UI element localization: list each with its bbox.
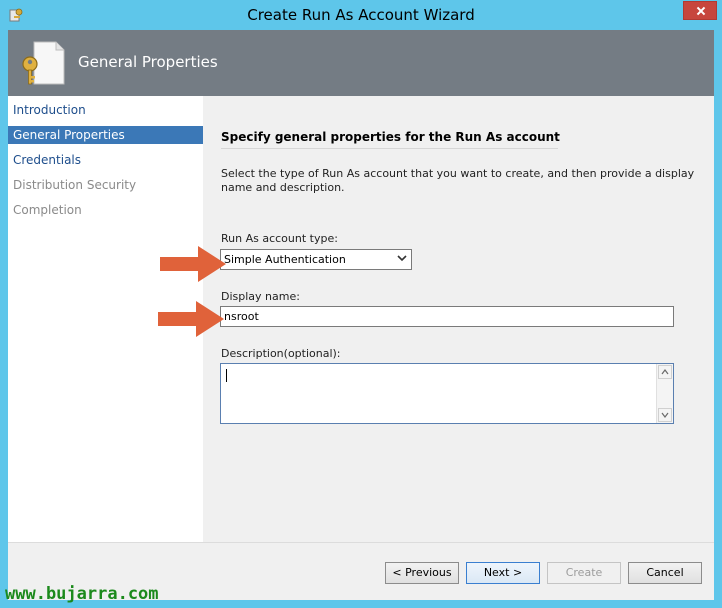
scroll-down-button[interactable]	[658, 408, 672, 422]
window-title: Create Run As Account Wizard	[247, 6, 475, 24]
watermark-text: www.bujarra.com	[5, 584, 159, 604]
wizard-header: General Properties	[8, 30, 714, 96]
nav-item-completion: Completion	[13, 203, 82, 217]
close-button[interactable]	[683, 1, 717, 20]
nav-item-credentials[interactable]: Credentials	[8, 151, 203, 169]
nav-item-introduction[interactable]: Introduction	[8, 101, 203, 119]
account-type-label: Run As account type:	[221, 232, 338, 245]
chevron-down-icon	[661, 412, 669, 418]
wizard-window: Create Run As Account Wizard General Pro…	[0, 0, 722, 608]
description-scrollbar[interactable]	[656, 364, 673, 423]
next-button[interactable]: Next >	[466, 562, 540, 584]
create-button: Create	[547, 562, 621, 584]
header-title: General Properties	[78, 53, 218, 71]
annotation-arrow-icon	[158, 301, 224, 337]
chevron-down-icon	[397, 255, 407, 262]
wizard-client-area: General Properties Introduction General …	[8, 30, 714, 600]
display-name-label: Display name:	[221, 290, 300, 303]
account-type-value: Simple Authentication	[224, 253, 346, 266]
section-divider	[221, 148, 558, 149]
chevron-up-icon	[661, 369, 669, 375]
nav-item-general-properties[interactable]: General Properties	[8, 126, 203, 144]
wizard-content-pane: Specify general properties for the Run A…	[203, 96, 714, 542]
text-caret	[226, 369, 227, 382]
description-label: Description(optional):	[221, 347, 341, 360]
intro-text: Select the type of Run As account that y…	[221, 167, 695, 194]
description-textarea[interactable]	[220, 363, 674, 424]
account-type-dropdown[interactable]: Simple Authentication	[220, 249, 412, 270]
scroll-up-button[interactable]	[658, 365, 672, 379]
footer-divider	[8, 542, 714, 543]
section-title: Specify general properties for the Run A…	[221, 130, 560, 144]
previous-button[interactable]: < Previous	[385, 562, 459, 584]
key-document-icon	[22, 41, 65, 85]
cancel-button[interactable]: Cancel	[628, 562, 702, 584]
display-name-input[interactable]: nsroot	[220, 306, 674, 327]
nav-item-distribution-security: Distribution Security	[13, 178, 137, 192]
title-bar[interactable]: Create Run As Account Wizard	[0, 0, 722, 30]
annotation-arrow-icon	[160, 246, 226, 282]
